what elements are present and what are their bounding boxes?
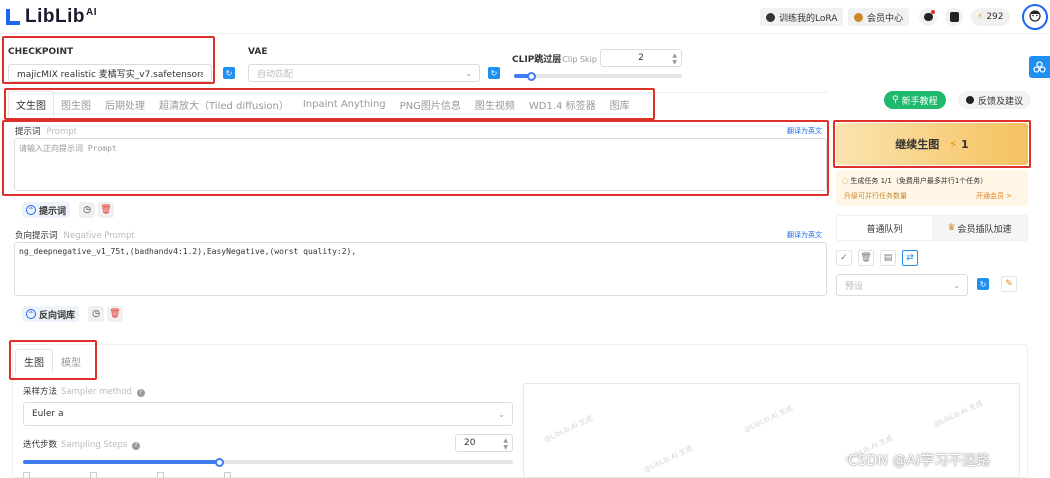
chevron-down-icon: ⌄ bbox=[953, 281, 960, 290]
checkpoint-label: CHECKPOINT bbox=[8, 47, 74, 57]
clip-skip-input[interactable]: 2 ▲ ▼ bbox=[600, 49, 682, 67]
clip-skip-slider[interactable] bbox=[514, 74, 682, 78]
negative-prompt-textarea[interactable]: ng_deepnegative_v1_75t,(badhandv4:1.2),E… bbox=[14, 242, 827, 296]
history-icon: ◷ bbox=[83, 205, 91, 215]
stepper-arrows-icon[interactable]: ▲ ▼ bbox=[672, 52, 677, 66]
feedback-button[interactable]: 反馈及建议 bbox=[958, 91, 1032, 109]
queue-normal-tab[interactable]: 普通队列 bbox=[837, 216, 932, 240]
check-icon: ✓ bbox=[840, 253, 848, 263]
checkpoint-refresh-button[interactable]: ↻ bbox=[223, 67, 235, 79]
vae-label: VAE bbox=[248, 47, 268, 57]
edit-preset-button[interactable]: ✎ bbox=[1001, 276, 1017, 292]
preview-watermark: @LibLib.AI 生成 bbox=[932, 399, 985, 429]
lightning-icon: ⚡ bbox=[949, 137, 958, 151]
steps-slider-handle[interactable] bbox=[215, 457, 224, 467]
loading-icon: ◌ bbox=[842, 177, 849, 185]
edit-icon: ✎ bbox=[1005, 279, 1013, 289]
notification-dot bbox=[931, 10, 935, 14]
csdn-watermark: CSDN @AI学习不迷路 bbox=[848, 453, 991, 469]
sub-tabs-highlight bbox=[9, 340, 97, 380]
trash-icon: 🗑 bbox=[109, 309, 121, 319]
points-badge[interactable]: ⚡ 292 bbox=[971, 8, 1010, 26]
generate-button[interactable]: 继续生图 ⚡ 1 bbox=[836, 123, 1028, 165]
sampler-select[interactable]: Euler a ⌄ bbox=[23, 402, 513, 426]
refresh-icon: ↻ bbox=[979, 279, 987, 289]
open-member-link[interactable]: 开通会员 > bbox=[976, 191, 1012, 201]
history-icon: ◷ bbox=[92, 309, 100, 319]
preview-watermark: @LibLib.AI 生成 bbox=[642, 444, 695, 474]
preset-select[interactable]: 预设 ⌄ bbox=[836, 274, 968, 296]
liblib-logo[interactable]: LibLibAI bbox=[6, 6, 97, 27]
task-button[interactable] bbox=[945, 8, 963, 26]
prompt-history-button[interactable]: ◷ bbox=[79, 202, 95, 218]
logo-mark-icon bbox=[6, 9, 20, 25]
cut-off-options-row bbox=[23, 472, 423, 478]
chevron-down-icon: ⌄ bbox=[498, 410, 505, 419]
crown-icon: ♛ bbox=[947, 223, 956, 233]
queue-vip-tab[interactable]: ♛ 会员插队加速 bbox=[932, 216, 1027, 240]
stepper-arrows-icon[interactable]: ▲ ▼ bbox=[503, 437, 508, 451]
user-face-icon bbox=[1029, 10, 1041, 22]
tabs-highlight bbox=[4, 88, 655, 120]
chat-icon bbox=[923, 13, 933, 21]
negative-history-button[interactable]: ◷ bbox=[88, 306, 104, 322]
task-icon bbox=[949, 12, 959, 22]
task-info-box: ◌ 生成任务 1/1（免费用户最多并行1个任务） 升级可并行任务数量 开通会员 … bbox=[836, 170, 1028, 206]
compass-icon: ⚲ bbox=[892, 95, 899, 105]
side-tool-button[interactable] bbox=[1029, 56, 1050, 78]
vae-refresh-button[interactable]: ↻ bbox=[488, 67, 500, 79]
member-center-button[interactable]: 会员中心 bbox=[848, 8, 910, 26]
help-icon[interactable]: ? bbox=[136, 389, 145, 397]
message-button[interactable] bbox=[919, 8, 937, 26]
sampler-label: 采样方法 Sampler method ? bbox=[23, 385, 145, 397]
checkpoint-select[interactable]: majicMIX realistic 麦橘写实_v7.safetensors ⌄ bbox=[8, 64, 212, 82]
preview-watermark: @LibLib.AI 生成 bbox=[742, 404, 795, 434]
chevron-up-icon: ^ bbox=[26, 205, 36, 215]
swap-icon: ⇄ bbox=[906, 253, 914, 263]
negative-clear-button[interactable]: 🗑 bbox=[107, 306, 123, 322]
negative-prompt-label: 负向提示词 Negative Prompt bbox=[15, 231, 135, 241]
gear-icon bbox=[766, 12, 775, 22]
help-icon[interactable]: ? bbox=[132, 442, 140, 450]
negative-library-button[interactable]: ^ 反向词库 bbox=[22, 306, 80, 322]
preview-watermark: @LibLib.AI 生成 bbox=[542, 414, 595, 444]
lightning-icon: ⚡ bbox=[977, 12, 984, 22]
chevron-up-icon: ^ bbox=[26, 309, 36, 319]
triple-circle-icon bbox=[1033, 61, 1046, 73]
delete-style-button[interactable]: 🗑 bbox=[858, 250, 874, 266]
avatar[interactable] bbox=[1022, 4, 1048, 30]
steps-input[interactable]: 20 ▲ ▼ bbox=[455, 434, 513, 452]
negative-translate-link[interactable]: 翻译为英文 bbox=[787, 230, 822, 240]
refresh-icon: ↻ bbox=[225, 68, 233, 78]
steps-slider[interactable] bbox=[23, 460, 513, 464]
prompt-clear-button[interactable]: 🗑 bbox=[98, 202, 114, 218]
preset-refresh-button[interactable]: ↻ bbox=[977, 278, 989, 290]
apply-style-button[interactable]: ✓ bbox=[836, 250, 852, 266]
trash-icon: 🗑 bbox=[860, 253, 872, 263]
swap-button[interactable]: ⇄ bbox=[902, 250, 918, 266]
prompt-highlight bbox=[2, 120, 829, 196]
prompt-library-button[interactable]: ^ 提示词 bbox=[22, 202, 71, 218]
clip-skip-label: CLIP跳过层Clip Skip bbox=[512, 55, 597, 65]
clipboard-icon: ▤ bbox=[883, 253, 893, 263]
steps-label: 迭代步数 Sampling Steps ? bbox=[23, 438, 140, 450]
refresh-icon: ↻ bbox=[490, 68, 498, 78]
tutorial-button[interactable]: ⚲ 新手教程 bbox=[884, 91, 946, 109]
vae-select[interactable]: 自动匹配 ⌄ bbox=[248, 64, 480, 82]
upgrade-text: 升级可并行任务数量 bbox=[844, 192, 907, 200]
queue-switch: 普通队列 ♛ 会员插队加速 bbox=[836, 215, 1028, 241]
clip-skip-slider-handle[interactable] bbox=[527, 71, 536, 81]
crown-icon bbox=[854, 12, 863, 22]
trash-icon: 🗑 bbox=[100, 205, 112, 215]
chevron-down-icon: ⌄ bbox=[197, 69, 204, 78]
train-lora-button[interactable]: 训练我的LoRA bbox=[760, 8, 844, 26]
feedback-icon bbox=[966, 96, 974, 104]
clipboard-button[interactable]: ▤ bbox=[880, 250, 896, 266]
chevron-down-icon: ⌄ bbox=[465, 69, 472, 78]
